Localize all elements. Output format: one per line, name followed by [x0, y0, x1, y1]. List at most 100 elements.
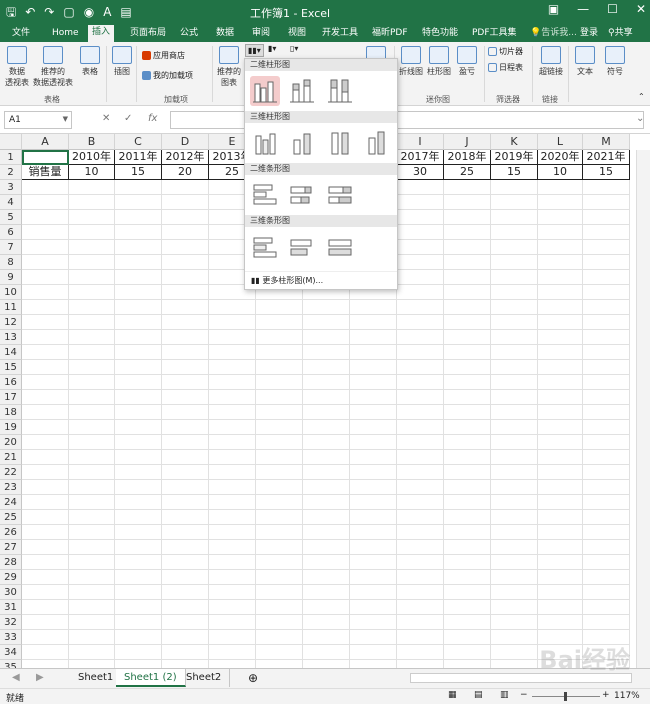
cell-d2[interactable]: 20: [162, 165, 209, 180]
grid-cell[interactable]: [256, 480, 303, 495]
grid-cell[interactable]: [538, 555, 583, 570]
table-button[interactable]: 表格: [78, 46, 102, 77]
grid-cell[interactable]: [491, 630, 538, 645]
grid-cell[interactable]: [350, 480, 397, 495]
grid-cell[interactable]: [115, 405, 162, 420]
grid-cell[interactable]: [256, 345, 303, 360]
grid-cell[interactable]: [397, 480, 444, 495]
grid-cell[interactable]: [162, 465, 209, 480]
grid-cell[interactable]: [256, 570, 303, 585]
grid-cell[interactable]: [162, 300, 209, 315]
grid-cell[interactable]: [538, 240, 583, 255]
3d-stacked-bar-option[interactable]: [287, 232, 317, 262]
sheet-nav-next-icon[interactable]: ▶: [28, 669, 52, 687]
grid-cell[interactable]: [583, 360, 630, 375]
3d-column-option[interactable]: [363, 128, 393, 158]
3d-clustered-column-option[interactable]: [250, 128, 280, 158]
grid-cell[interactable]: [491, 495, 538, 510]
grid-cell[interactable]: [583, 615, 630, 630]
grid-cell[interactable]: [209, 375, 256, 390]
grid-cell[interactable]: [303, 570, 350, 585]
grid-cell[interactable]: [444, 660, 491, 668]
grid-cell[interactable]: [444, 360, 491, 375]
row-header[interactable]: 4: [0, 195, 22, 210]
save-icon[interactable]: 🖫: [6, 3, 16, 21]
grid-cell[interactable]: [115, 450, 162, 465]
grid-cell[interactable]: [350, 450, 397, 465]
grid-cell[interactable]: [444, 390, 491, 405]
grid-cell[interactable]: [69, 435, 115, 450]
grid-cell[interactable]: [69, 540, 115, 555]
grid-cell[interactable]: [69, 495, 115, 510]
grid-cell[interactable]: [162, 570, 209, 585]
grid-cell[interactable]: [444, 525, 491, 540]
grid-cell[interactable]: [162, 480, 209, 495]
grid-cell[interactable]: [583, 195, 630, 210]
grid-cell[interactable]: [69, 600, 115, 615]
grid-cell[interactable]: [115, 585, 162, 600]
formula-input[interactable]: [170, 111, 644, 129]
grid-cell[interactable]: [69, 465, 115, 480]
grid-cell[interactable]: [69, 270, 115, 285]
grid-cell[interactable]: [115, 390, 162, 405]
tab-view[interactable]: 视图: [284, 26, 310, 40]
grid-cell[interactable]: [350, 345, 397, 360]
grid-cell[interactable]: [115, 225, 162, 240]
percent-stacked-bar-option[interactable]: [325, 180, 355, 210]
grid-cell[interactable]: [22, 315, 69, 330]
grid-cell[interactable]: [303, 480, 350, 495]
grid-cell[interactable]: [209, 555, 256, 570]
grid-cell[interactable]: [115, 180, 162, 195]
font-color-icon[interactable]: A: [103, 3, 111, 21]
grid-cell[interactable]: [397, 630, 444, 645]
grid-cell[interactable]: [538, 300, 583, 315]
tell-me-search[interactable]: 💡告诉我...: [526, 26, 581, 40]
grid-cell[interactable]: [303, 300, 350, 315]
grid-cell[interactable]: [22, 405, 69, 420]
grid-cell[interactable]: [115, 435, 162, 450]
expand-formula-icon[interactable]: ⌄: [636, 113, 644, 124]
grid-cell[interactable]: [22, 510, 69, 525]
login-link[interactable]: 登录: [576, 26, 602, 40]
grid-cell[interactable]: [538, 510, 583, 525]
grid-cell[interactable]: [162, 375, 209, 390]
grid-cell[interactable]: [491, 510, 538, 525]
percent-stacked-column-option[interactable]: [325, 76, 355, 106]
grid-cell[interactable]: [491, 315, 538, 330]
grid-cell[interactable]: [209, 345, 256, 360]
grid-cell[interactable]: [209, 450, 256, 465]
tab-home[interactable]: Home: [48, 26, 83, 40]
grid-cell[interactable]: [397, 285, 444, 300]
grid-cell[interactable]: [397, 255, 444, 270]
grid-cell[interactable]: [538, 585, 583, 600]
grid-cell[interactable]: [115, 375, 162, 390]
my-addins-button[interactable]: 我的加载项: [142, 70, 193, 81]
3d-stacked-column-option[interactable]: [287, 128, 317, 158]
grid-cell[interactable]: [397, 495, 444, 510]
grid-cell[interactable]: [69, 300, 115, 315]
grid-cell[interactable]: [538, 495, 583, 510]
column-header-m[interactable]: M: [583, 134, 630, 150]
grid-cell[interactable]: [583, 330, 630, 345]
sheet-tab-sheet1[interactable]: Sheet1: [70, 669, 123, 687]
grid-cell[interactable]: [209, 465, 256, 480]
row-header[interactable]: 21: [0, 450, 22, 465]
recommended-pivot-button[interactable]: 推荐的 数据透视表: [32, 46, 74, 88]
grid-cell[interactable]: [350, 330, 397, 345]
grid-cell[interactable]: [397, 660, 444, 668]
grid-cell[interactable]: [538, 465, 583, 480]
new-file-icon[interactable]: ▢: [63, 3, 74, 21]
grid-cell[interactable]: [209, 315, 256, 330]
cell-a1[interactable]: [22, 150, 69, 165]
row-header[interactable]: 5: [0, 210, 22, 225]
grid-cell[interactable]: [162, 645, 209, 660]
grid-cell[interactable]: [209, 585, 256, 600]
grid-cell[interactable]: [397, 375, 444, 390]
add-sheet-button[interactable]: ⊕: [240, 669, 266, 687]
grid-cell[interactable]: [209, 405, 256, 420]
grid-cell[interactable]: [162, 225, 209, 240]
3d-percent-bar-option[interactable]: [325, 232, 355, 262]
grid-cell[interactable]: [397, 345, 444, 360]
clustered-column-option[interactable]: [250, 76, 280, 106]
cell-l2[interactable]: 10: [538, 165, 583, 180]
